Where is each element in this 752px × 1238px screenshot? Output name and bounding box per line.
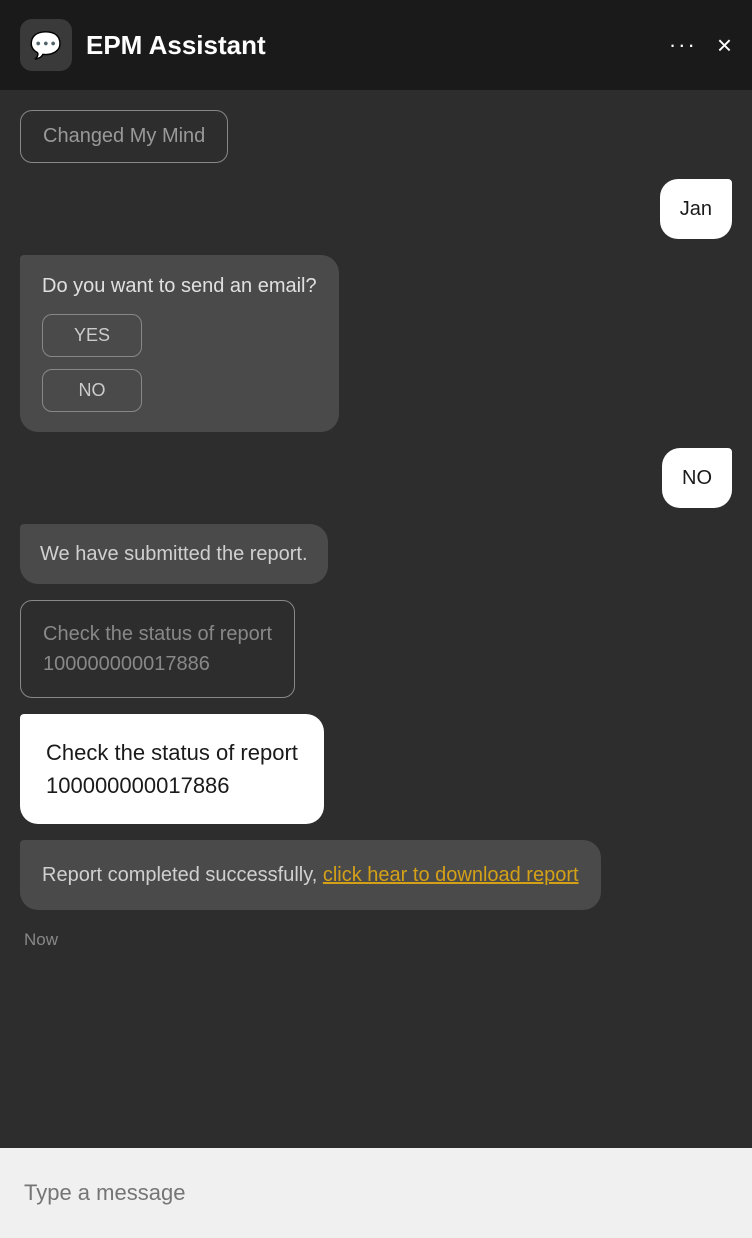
- email-question-text: Do you want to send an email?: [42, 275, 317, 298]
- message-row-check-status-white: Check the status of report 1000000000178…: [20, 714, 732, 824]
- check-status-line1: Check the status of report: [43, 619, 272, 649]
- chat-bubble-icon: 💬: [30, 30, 62, 61]
- no-button[interactable]: NO: [42, 369, 142, 412]
- message-row-submitted: We have submitted the report.: [20, 524, 732, 584]
- report-completed-text: Report completed successfully,: [42, 864, 323, 886]
- input-area: [0, 1148, 752, 1238]
- yes-button[interactable]: YES: [42, 314, 142, 357]
- check-status-white-line2: 100000000017886: [46, 769, 298, 802]
- user-bubble-no: NO: [662, 448, 732, 508]
- report-completed-bubble: Report completed successfully, click hea…: [20, 840, 601, 910]
- header-title: EPM Assistant: [86, 30, 669, 61]
- header-actions: ··· ×: [669, 30, 732, 61]
- chat-area: Changed My Mind Jan Do you want to send …: [0, 90, 752, 1148]
- check-status-white-line1: Check the status of report: [46, 736, 298, 769]
- assistant-bubble-submitted: We have submitted the report.: [20, 524, 328, 584]
- check-status-white-bubble: Check the status of report 1000000000178…: [20, 714, 324, 824]
- check-status-outlined-box: Check the status of report 1000000000178…: [20, 600, 295, 698]
- message-row-report-completed: Report completed successfully, click hea…: [20, 840, 732, 910]
- more-options-button[interactable]: ···: [669, 32, 697, 58]
- message-timestamp: Now: [20, 930, 732, 950]
- close-button[interactable]: ×: [717, 30, 732, 61]
- chat-header: 💬 EPM Assistant ··· ×: [0, 0, 752, 90]
- download-report-link[interactable]: click hear to download report: [323, 864, 579, 886]
- message-row-no: NO: [20, 448, 732, 508]
- message-input[interactable]: [24, 1180, 728, 1206]
- message-row-changed-mind: Changed My Mind: [20, 110, 732, 163]
- email-question-bubble: Do you want to send an email? YES NO: [20, 255, 339, 432]
- user-bubble-jan: Jan: [660, 179, 732, 239]
- message-row-check-status-outlined: Check the status of report 1000000000178…: [20, 600, 732, 698]
- message-row-jan: Jan: [20, 179, 732, 239]
- message-row-email-question: Do you want to send an email? YES NO: [20, 255, 732, 432]
- check-status-line2: 100000000017886: [43, 649, 272, 679]
- changed-my-mind-button[interactable]: Changed My Mind: [20, 110, 228, 163]
- assistant-icon: 💬: [20, 19, 72, 71]
